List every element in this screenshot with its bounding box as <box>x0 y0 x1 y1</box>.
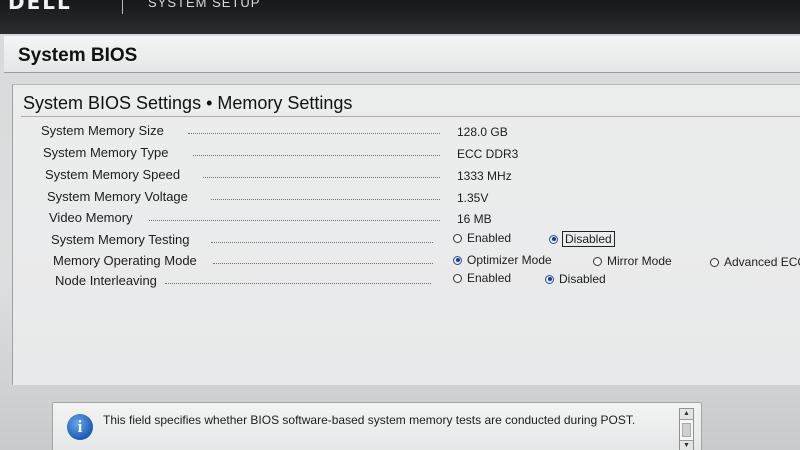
leader-dots <box>193 155 440 156</box>
leader-dots <box>203 177 440 178</box>
help-scrollbar[interactable]: ▲ ▼ <box>679 408 694 450</box>
leader-dots <box>165 283 431 284</box>
setting-label: System Memory Type <box>43 145 169 160</box>
leader-dots <box>149 220 440 221</box>
setting-row-node-interleaving[interactable]: Node Interleaving Enabled Disabled <box>13 271 800 293</box>
setting-label: Memory Operating Mode <box>53 253 197 268</box>
radio-label: Disabled <box>559 272 606 286</box>
radio-button-selected[interactable] <box>453 255 462 265</box>
radio-option-enabled[interactable]: Enabled <box>453 271 511 285</box>
scroll-thumb[interactable] <box>682 423 691 437</box>
radio-label: Advanced ECC <box>724 255 800 269</box>
radio-label: Mirror Mode <box>607 254 672 268</box>
radio-button[interactable] <box>593 256 602 266</box>
settings-content: System BIOS Settings • Memory Settings S… <box>12 84 800 385</box>
title-divider <box>21 116 800 117</box>
help-text: This field specifies whether BIOS softwa… <box>103 413 636 427</box>
setting-value: 16 MB <box>457 212 492 226</box>
radio-button-selected[interactable] <box>545 274 554 284</box>
radio-button[interactable] <box>453 233 462 243</box>
setting-label: System Memory Speed <box>45 167 181 182</box>
setting-value: 1.35V <box>457 191 489 205</box>
setting-value: ECC DDR3 <box>457 147 519 161</box>
scroll-up-arrow-icon[interactable]: ▲ <box>680 409 693 420</box>
setting-row-memory-operating-mode[interactable]: Memory Operating Mode Optimizer Mode Mir… <box>13 253 800 273</box>
setting-label: Node Interleaving <box>55 273 157 288</box>
radio-button[interactable] <box>710 257 719 267</box>
page-title: System BIOS <box>18 45 138 66</box>
radio-option-enabled[interactable]: Enabled <box>453 231 511 245</box>
radio-label: Enabled <box>467 271 512 285</box>
scroll-down-arrow-icon[interactable]: ▼ <box>680 440 693 450</box>
leader-dots <box>211 242 433 243</box>
setting-value: 1333 MHz <box>457 169 512 183</box>
setting-label: System Memory Voltage <box>47 189 188 204</box>
top-bar: DELL SYSTEM SETUP <box>0 0 800 34</box>
setting-row-memory-testing[interactable]: System Memory Testing Enabled Disabled <box>13 231 800 252</box>
radio-option-disabled[interactable]: Disabled <box>549 231 615 247</box>
bios-screen: DELL SYSTEM SETUP System BIOS System BIO… <box>0 0 800 450</box>
radio-button[interactable] <box>453 273 462 283</box>
settings-title: System BIOS Settings • Memory Settings <box>23 93 353 113</box>
radio-option-disabled[interactable]: Disabled <box>545 272 606 286</box>
setting-label: Video Memory <box>49 210 133 225</box>
radio-option-advanced-ecc[interactable]: Advanced ECC <box>710 255 800 269</box>
radio-label: Enabled <box>467 231 512 245</box>
leader-dots <box>211 199 440 200</box>
setting-label: System Memory Testing <box>51 232 190 247</box>
brand-logo: DELL <box>8 0 72 14</box>
setup-title: SYSTEM SETUP <box>148 0 261 10</box>
info-icon: i <box>67 414 93 440</box>
page-header: System BIOS <box>4 36 800 73</box>
setting-value: 128.0 GB <box>457 125 508 139</box>
radio-label-focused: Disabled <box>562 231 615 247</box>
setting-row-video-memory: Video Memory 16 MB <box>13 210 800 230</box>
main-panel: System BIOS System BIOS Settings • Memor… <box>0 34 800 450</box>
radio-button-selected[interactable] <box>549 234 558 244</box>
leader-dots <box>213 263 433 264</box>
brand-divider <box>122 0 123 14</box>
setting-row-memory-type: System Memory Type ECC DDR3 <box>13 145 800 165</box>
radio-option-optimizer-mode[interactable]: Optimizer Mode <box>453 253 552 267</box>
setting-row-memory-voltage: System Memory Voltage 1.35V <box>13 189 800 209</box>
help-panel: i This field specifies whether BIOS soft… <box>52 402 702 450</box>
setting-row-memory-size: System Memory Size 128.0 GB <box>13 123 800 143</box>
radio-option-mirror-mode[interactable]: Mirror Mode <box>593 254 672 268</box>
setting-row-memory-speed: System Memory Speed 1333 MHz <box>13 167 800 187</box>
setting-label: System Memory Size <box>41 123 164 138</box>
radio-label: Optimizer Mode <box>467 253 552 267</box>
leader-dots <box>188 133 440 134</box>
